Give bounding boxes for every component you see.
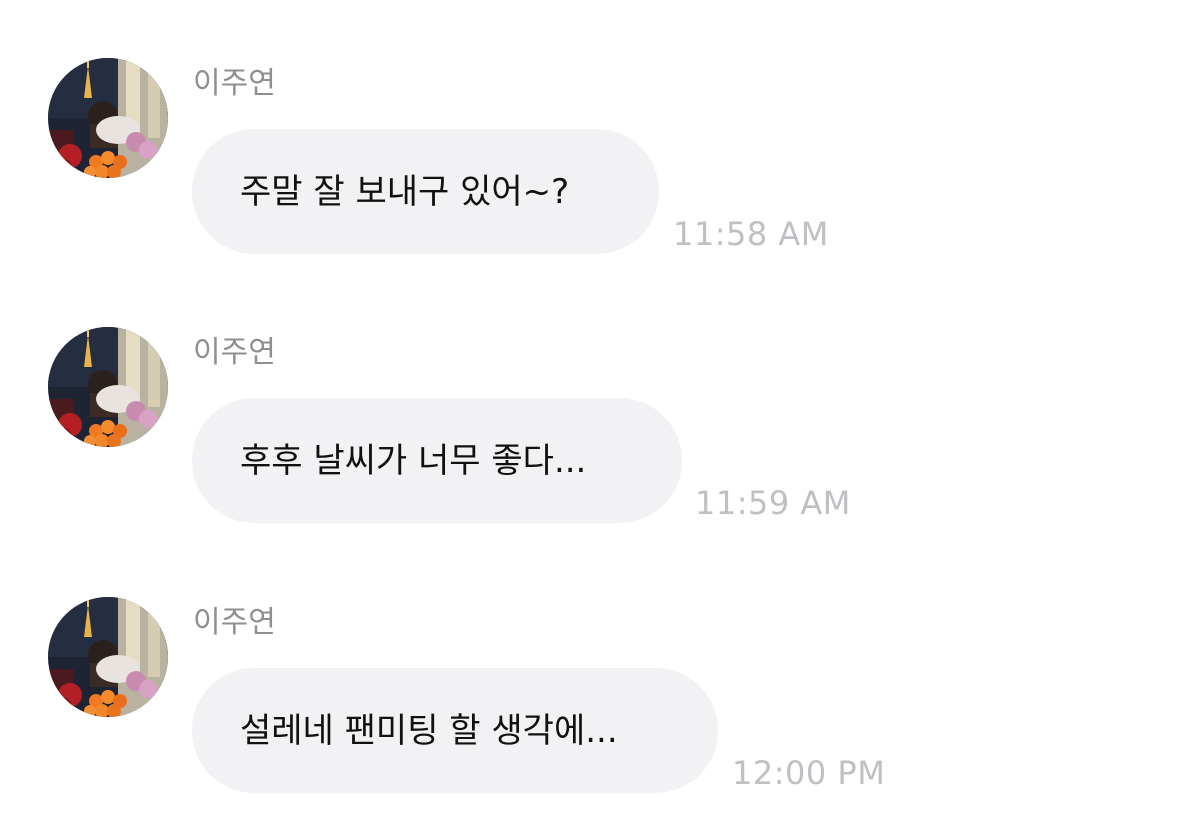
sender-name: 이주연 [193,605,276,640]
message-timestamp: 11:59 AM [695,484,851,522]
message-bubble[interactable]: 설레네 팬미팅 할 생각에... [192,668,718,793]
profile-photo-icon [48,327,168,447]
message-row: 이주연 설레네 팬미팅 할 생각에... 12:00 PM [0,597,1179,817]
sender-name: 이주연 [193,335,276,370]
profile-photo-icon [48,597,168,717]
message-text: 설레네 팬미팅 할 생각에... [240,710,618,751]
message-text: 주말 잘 보내구 있어~? [240,171,570,212]
message-bubble[interactable]: 후후 날씨가 너무 좋다... [192,398,682,523]
sender-name: 이주연 [193,66,276,101]
message-bubble[interactable]: 주말 잘 보내구 있어~? [192,129,659,254]
avatar[interactable] [48,597,168,717]
message-row: 이주연 주말 잘 보내구 있어~? 11:58 AM [0,58,1179,278]
avatar[interactable] [48,58,168,178]
message-timestamp: 12:00 PM [732,754,886,792]
message-text: 후후 날씨가 너무 좋다... [240,440,587,481]
profile-photo-icon [48,58,168,178]
message-row: 이주연 후후 날씨가 너무 좋다... 11:59 AM [0,327,1179,547]
message-timestamp: 11:58 AM [673,215,829,253]
avatar[interactable] [48,327,168,447]
